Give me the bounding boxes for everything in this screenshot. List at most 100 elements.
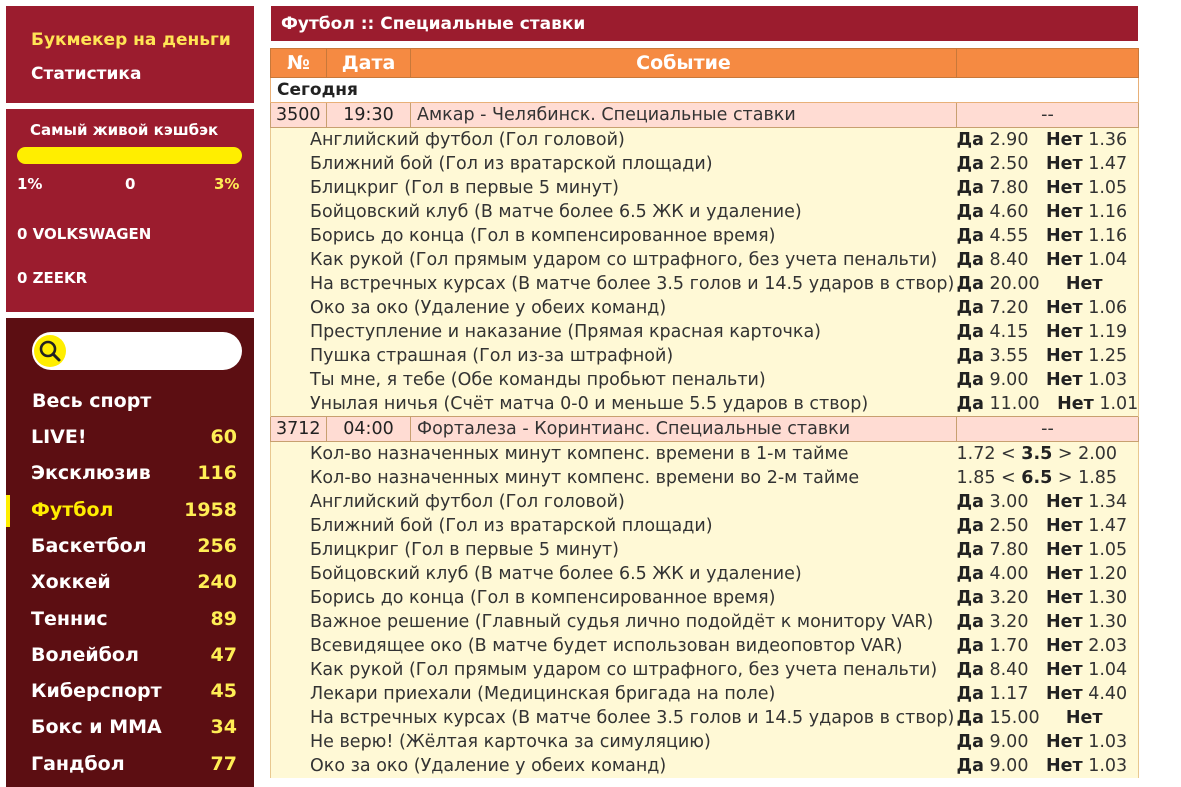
no-odd[interactable]: 1.01 [1099, 394, 1138, 414]
event-row[interactable]: 3500 19:30 Амкар - Челябинск. Специальные … [270, 102, 1139, 128]
no-odd[interactable]: 1.20 [1088, 564, 1127, 584]
search-button[interactable] [34, 335, 66, 367]
yes-odd[interactable]: 9.00 [989, 756, 1028, 776]
no-odd[interactable]: 1.06 [1088, 298, 1127, 318]
yes-odd[interactable]: 8.40 [989, 250, 1028, 270]
no-odd[interactable]: 4.40 [1088, 684, 1127, 704]
yes-odd[interactable]: 3.20 [989, 588, 1028, 608]
yes-odd[interactable]: 3.20 [989, 612, 1028, 632]
yes-odd[interactable]: 11.00 [989, 394, 1039, 414]
no-label: Нет [1045, 564, 1083, 584]
yes-odd[interactable]: 2.50 [989, 516, 1028, 536]
bet-label: Ты мне, я тебе (Обе команды пробьют пена… [270, 368, 957, 392]
yes-label: Да [956, 202, 984, 222]
yes-odd[interactable]: 7.80 [989, 540, 1028, 560]
sidebar-item-sport[interactable]: Теннис 89 [6, 604, 254, 636]
yes-odd[interactable]: 3.55 [989, 346, 1028, 366]
no-odd[interactable]: 1.05 [1088, 540, 1127, 560]
column-event-header[interactable]: Событие [410, 48, 957, 78]
sidebar-item-sport[interactable]: LIVE! 60 [6, 422, 254, 454]
sidebar-item-sport[interactable]: Волейбол 47 [6, 640, 254, 672]
bet-label: Унылая ничья (Счёт матча 0-0 и меньше 5.… [270, 392, 957, 417]
bookmaker-link[interactable]: Букмекер на деньги [31, 30, 231, 50]
all-sport-link[interactable]: Весь спорт [32, 390, 151, 412]
bet-odds: Да 4.15 Нет 1.19 [956, 320, 1139, 344]
yes-odd[interactable]: 1.17 [989, 684, 1028, 704]
yes-odd[interactable]: 4.55 [989, 226, 1028, 246]
no-label: Нет [1045, 202, 1083, 222]
no-odd[interactable]: 1.25 [1088, 346, 1127, 366]
no-label: Нет [1045, 492, 1083, 512]
over-odd[interactable]: 2.00 [1078, 444, 1117, 464]
column-date-header[interactable]: Дата [326, 48, 411, 78]
no-odd[interactable]: 1.36 [1088, 130, 1127, 150]
yes-odd[interactable]: 1.70 [989, 636, 1028, 656]
no-odd[interactable]: 1.16 [1088, 202, 1127, 222]
no-odd[interactable]: 1.47 [1088, 154, 1127, 174]
yes-odd[interactable]: 7.80 [989, 178, 1028, 198]
yes-odd[interactable]: 2.50 [989, 154, 1028, 174]
bet-odds: Да 20.00 Нет [956, 272, 1139, 296]
no-odd[interactable]: 1.04 [1088, 250, 1127, 270]
sidebar-item-sport[interactable]: Хоккей 240 [6, 567, 254, 599]
page-title: Футбол :: Специальные ставки [281, 14, 586, 34]
sidebar-item-sport[interactable]: Баскетбол 256 [6, 531, 254, 563]
yes-odd[interactable]: 8.40 [989, 660, 1028, 680]
no-odd[interactable]: 1.16 [1088, 226, 1127, 246]
no-odd[interactable]: 1.34 [1088, 492, 1127, 512]
yes-odd[interactable]: 3.00 [989, 492, 1028, 512]
yes-odd[interactable]: 9.00 [989, 732, 1028, 752]
bet-label: Важное решение (Главный судья лично подо… [270, 610, 957, 634]
bet-odds: Да 7.80 Нет 1.05 [956, 176, 1139, 200]
cashback-progress-bar [17, 147, 242, 164]
sidebar-item-sport[interactable]: Бокс и MMA 34 [6, 712, 254, 744]
bet-label: Ближний бой (Гол из вратарской площади) [270, 152, 957, 176]
event-odds: -- [956, 102, 1139, 128]
no-odd[interactable]: 1.03 [1088, 732, 1127, 752]
under-odd[interactable]: 1.72 [957, 444, 996, 464]
bet-row: Не верю! (Жёлтая карточка за симуляцию) Д… [270, 730, 1139, 754]
yes-odd[interactable]: 9.00 [989, 370, 1028, 390]
total-line: 3.5 [1021, 444, 1053, 464]
no-label: Нет [1045, 756, 1083, 776]
no-odd[interactable]: 1.03 [1088, 370, 1127, 390]
event-name[interactable]: Форталеза - Коринтианс. Специальные став… [410, 416, 957, 442]
under-odd[interactable]: 1.85 [957, 468, 996, 488]
bet-label: Не верю! (Жёлтая карточка за симуляцию) [270, 730, 957, 754]
no-odd[interactable]: 1.30 [1088, 612, 1127, 632]
yes-odd[interactable]: 4.60 [989, 202, 1028, 222]
no-odd[interactable]: 1.04 [1088, 660, 1127, 680]
statistics-link[interactable]: Статистика [31, 64, 141, 84]
top-links-panel: Букмекер на деньги Статистика [6, 6, 254, 103]
no-odd[interactable]: 1.30 [1088, 588, 1127, 608]
event-name[interactable]: Амкар - Челябинск. Специальные ставки [410, 102, 957, 128]
bet-row: Борись до конца (Гол в компенсированное … [270, 586, 1139, 610]
sport-name: Волейбол [31, 643, 139, 666]
event-odds: -- [956, 416, 1139, 442]
sidebar-item-sport[interactable]: Эксклюзив 116 [6, 458, 254, 490]
bet-label: На встречных курсах (В матче более 3.5 г… [270, 272, 957, 296]
search-input[interactable] [32, 332, 242, 370]
sidebar-item-sport[interactable]: Киберспорт 45 [6, 676, 254, 708]
no-odd[interactable]: 1.19 [1088, 322, 1127, 342]
yes-odd[interactable]: 20.00 [989, 274, 1039, 294]
sidebar-item-sport[interactable]: Футбол 1958 [6, 494, 254, 527]
bet-label: Английский футбол (Гол головой) [270, 490, 957, 514]
no-odd[interactable]: 2.03 [1088, 636, 1127, 656]
no-odd[interactable]: 1.47 [1088, 516, 1127, 536]
sport-count: 34 [210, 716, 237, 739]
column-number-header[interactable]: № [270, 48, 327, 78]
no-odd[interactable]: 1.05 [1088, 178, 1127, 198]
yes-odd[interactable]: 4.00 [989, 564, 1028, 584]
yes-odd[interactable]: 7.20 [989, 298, 1028, 318]
yes-odd[interactable]: 4.15 [989, 322, 1028, 342]
bet-row: Важное решение (Главный судья лично подо… [270, 610, 1139, 634]
sidebar-item-sport[interactable]: Гандбол 77 [6, 749, 254, 781]
no-odd[interactable]: 1.03 [1088, 756, 1127, 776]
event-row[interactable]: 3712 04:00 Форталеза - Коринтианс. Специал… [270, 416, 1139, 442]
bet-row: Английский футбол (Гол головой) Да 3.00 Н… [270, 490, 1139, 514]
over-odd[interactable]: 1.85 [1078, 468, 1117, 488]
yes-odd[interactable]: 2.90 [989, 130, 1028, 150]
cashback-min: 1% [17, 175, 43, 193]
yes-odd[interactable]: 15.00 [989, 708, 1039, 728]
